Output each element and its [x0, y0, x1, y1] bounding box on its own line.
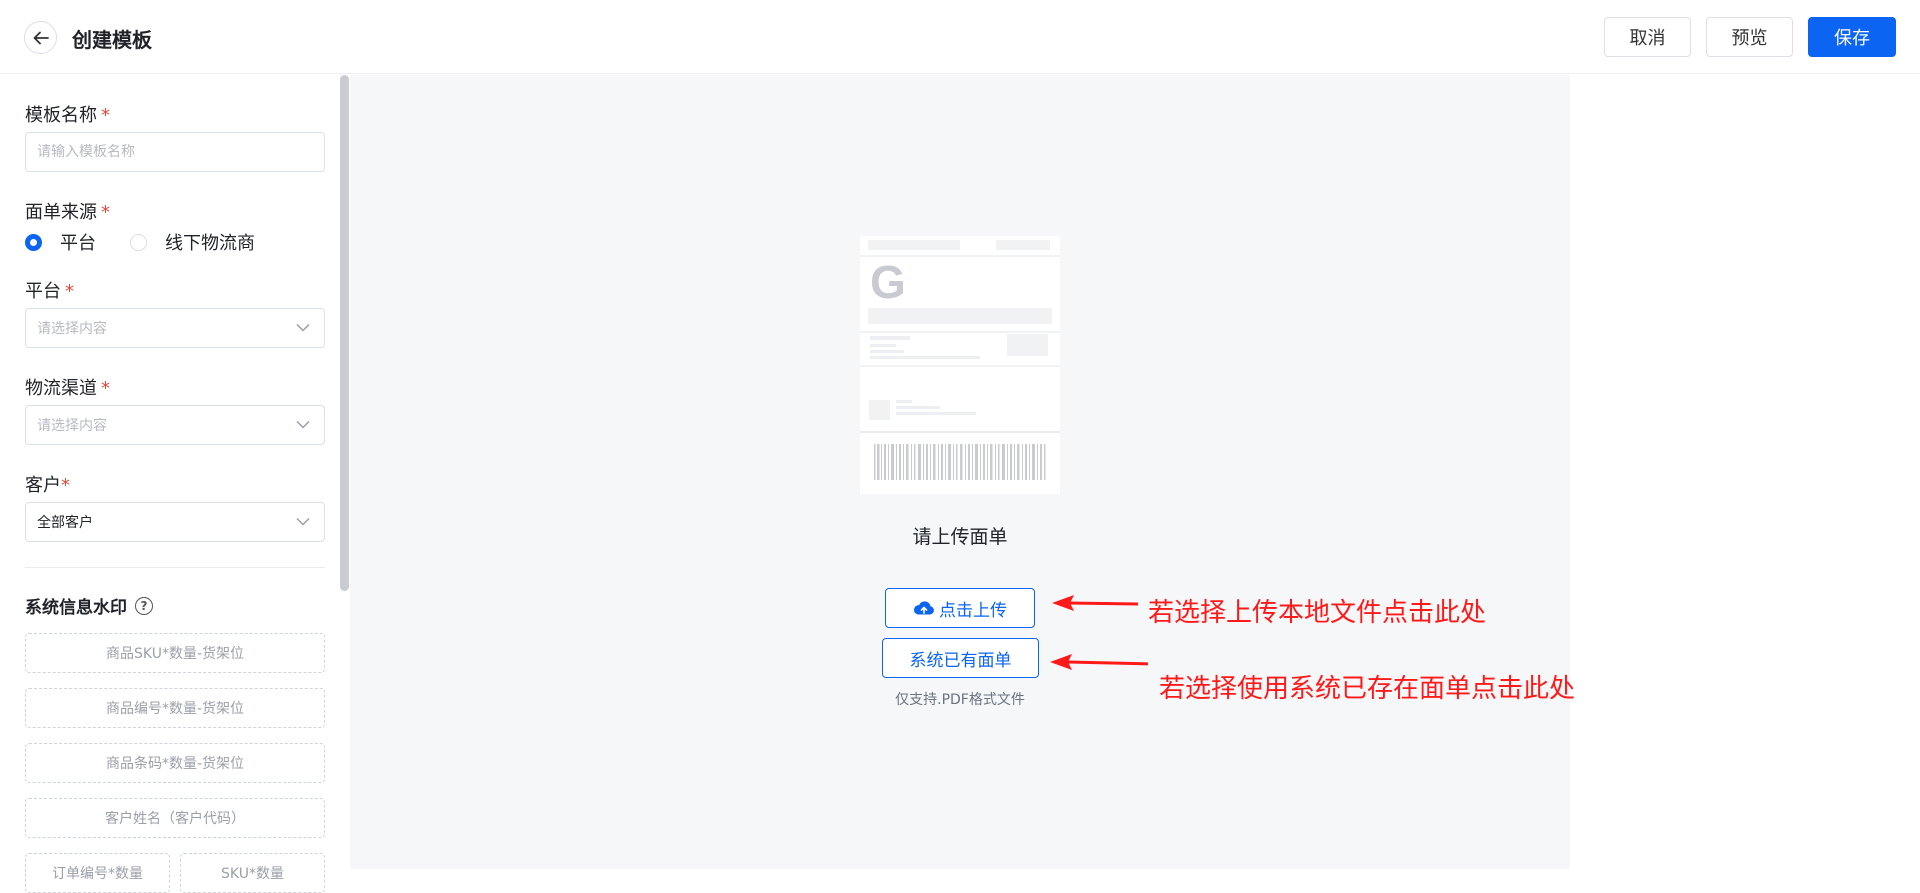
- watermark-item[interactable]: 商品SKU*数量-货架位: [25, 633, 325, 673]
- cloud-upload-icon: [913, 601, 934, 615]
- annotation-arrows: [1050, 595, 1148, 670]
- source-label: 面单来源 *: [25, 198, 110, 224]
- existing-annotation-text: 若选择使用系统已存在面单点击此处: [1159, 674, 1576, 704]
- back-button[interactable]: [24, 21, 57, 54]
- customer-label-text: 客户: [25, 475, 61, 496]
- source-radio-offline-carrier[interactable]: 线下物流商: [130, 229, 255, 255]
- arrow-left-icon: [33, 31, 49, 44]
- chevron-down-icon: [296, 420, 310, 429]
- upload-annotation-text: 若选择上传本地文件点击此处: [1148, 598, 1487, 628]
- required-mark: *: [101, 378, 110, 399]
- shipping-label-placeholder-image: G: [860, 236, 1060, 494]
- customer-select[interactable]: 全部客户: [25, 502, 325, 542]
- source-radio-group: 平台 线下物流商: [25, 229, 289, 255]
- existing-label-button[interactable]: 系统已有面单: [882, 638, 1039, 678]
- upload-hint-text: 请上传面单: [912, 526, 1008, 548]
- template-name-label-text: 模板名称: [25, 105, 97, 126]
- channel-label: 物流渠道 *: [25, 374, 110, 400]
- watermark-item[interactable]: 商品编号*数量-货架位: [25, 688, 325, 728]
- save-button[interactable]: 保存: [1808, 17, 1896, 57]
- channel-label-text: 物流渠道: [25, 378, 97, 399]
- select-placeholder: 请选择内容: [37, 321, 107, 337]
- watermark-item[interactable]: SKU*数量: [180, 853, 325, 893]
- customer-label: 客户*: [25, 471, 70, 497]
- red-arrow-icon: [1052, 595, 1139, 611]
- cancel-button[interactable]: 取消: [1604, 17, 1691, 57]
- platform-label-text: 平台: [25, 281, 61, 302]
- chevron-down-icon: [296, 517, 310, 526]
- required-mark: *: [101, 105, 110, 126]
- channel-select[interactable]: 请选择内容: [25, 405, 325, 445]
- watermark-item[interactable]: 商品条码*数量-货架位: [25, 743, 325, 783]
- upload-button-label: 点击上传: [939, 600, 1007, 621]
- section-divider: [25, 567, 325, 568]
- template-name-label: 模板名称 *: [25, 101, 110, 127]
- required-mark: *: [101, 202, 110, 223]
- label-illustration: G: [860, 240, 1060, 480]
- watermark-section-title: 系统信息水印 ?: [25, 593, 153, 618]
- watermark-title-text: 系统信息水印: [25, 598, 127, 618]
- radio-label: 平台: [60, 233, 96, 254]
- chevron-down-icon: [296, 323, 310, 332]
- upload-button[interactable]: 点击上传: [885, 588, 1035, 628]
- question-circle-icon[interactable]: ?: [135, 596, 153, 615]
- page-header: 创建模板 取消 预览 保存: [0, 0, 1920, 74]
- doc-logo-text: G: [870, 256, 906, 308]
- select-placeholder: 请选择内容: [37, 418, 107, 434]
- page-title: 创建模板: [72, 28, 152, 52]
- radio-checked-icon: [25, 233, 42, 251]
- pdf-format-note: 仅支持.PDF格式文件: [895, 692, 1025, 708]
- platform-label: 平台 *: [25, 277, 74, 303]
- select-value: 全部客户: [37, 515, 93, 531]
- template-name-input[interactable]: [25, 132, 325, 172]
- left-panel-scrollbar[interactable]: [340, 75, 349, 591]
- radio-label: 线下物流商: [165, 233, 255, 254]
- source-label-text: 面单来源: [25, 202, 97, 223]
- radio-unchecked-icon: [130, 233, 147, 251]
- red-arrow-icon: [1050, 654, 1148, 670]
- source-radio-platform[interactable]: 平台: [25, 229, 96, 255]
- required-mark: *: [65, 281, 74, 302]
- preview-button[interactable]: 预览: [1706, 17, 1793, 57]
- watermark-item[interactable]: 客户姓名（客户代码）: [25, 798, 325, 838]
- required-mark: *: [61, 475, 70, 496]
- platform-select[interactable]: 请选择内容: [25, 308, 325, 348]
- watermark-item[interactable]: 订单编号*数量: [25, 853, 170, 893]
